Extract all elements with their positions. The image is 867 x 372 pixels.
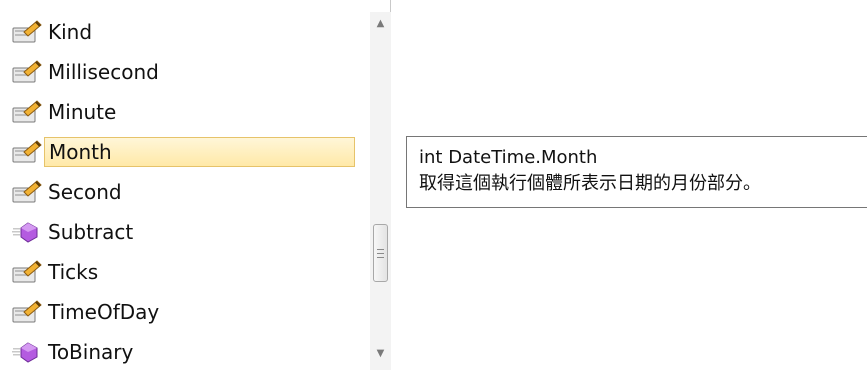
tooltip-description: 取得這個執行個體所表示日期的月份部分。 [419,173,761,194]
quick-info-tooltip: int DateTime.Month 取得這個執行個體所表示日期的月份部分。 [406,136,867,208]
tooltip-signature: int DateTime.Month [419,147,598,168]
scrollbar-thumb[interactable] [373,224,388,282]
list-item-timeofday[interactable]: TimeOfDay [0,292,370,332]
list-item-millisecond[interactable]: Millisecond [0,52,370,92]
vertical-scrollbar[interactable]: ▲ ▼ [370,12,391,370]
intellisense-member-list[interactable]: Kind Millisecond Minute Month Second Sub… [0,0,391,370]
grip-icon [377,248,384,258]
list-item-ticks[interactable]: Ticks [0,252,370,292]
property-icon [10,99,44,125]
list-item-minute[interactable]: Minute [0,92,370,132]
list-item-kind[interactable]: Kind [0,12,370,52]
list-item-label: Month [44,137,355,167]
method-icon [10,339,44,365]
property-icon [10,19,44,45]
list-item-subtract[interactable]: Subtract [0,212,370,252]
method-icon [10,219,44,245]
list-item-label: Ticks [48,260,99,284]
property-icon [10,139,44,165]
list-item-label: Subtract [48,220,134,244]
scroll-down-arrow-icon[interactable]: ▼ [370,342,391,364]
list-item-month[interactable]: Month [0,132,370,172]
list-item-label: TimeOfDay [48,300,160,324]
property-icon [10,299,44,325]
property-icon [10,259,44,285]
member-list-items: Kind Millisecond Minute Month Second Sub… [0,12,370,372]
property-icon [10,179,44,205]
scroll-up-arrow-icon[interactable]: ▲ [370,12,391,34]
list-item-tobinary[interactable]: ToBinary [0,332,370,372]
list-item-label: Kind [48,20,93,44]
list-item-second[interactable]: Second [0,172,370,212]
list-item-label: ToBinary [48,340,134,364]
property-icon [10,59,44,85]
list-item-label: Second [48,180,122,204]
list-item-label: Minute [48,100,117,124]
list-item-label: Millisecond [48,60,159,84]
